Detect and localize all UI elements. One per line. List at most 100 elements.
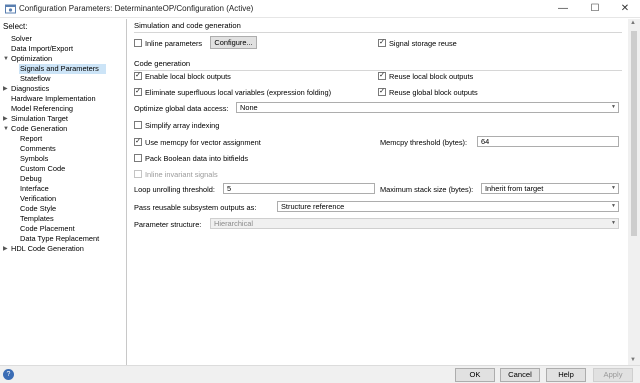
tree-item-code-placement[interactable]: Code Placement [20, 224, 75, 234]
tree-item-data-type-replacement[interactable]: Data Type Replacement [20, 234, 99, 244]
simplify-array-indexing-checkbox[interactable] [134, 121, 142, 129]
tree-item-label: Hardware Implementation [11, 94, 96, 103]
tree-item-label: Verification [20, 194, 57, 203]
tree-item-label: Data Import/Export [11, 44, 74, 53]
tree-item-label: Stateflow [20, 74, 51, 83]
optimize-global-value: None [240, 103, 258, 112]
tree-item-signals-and-parameters[interactable]: Signals and Parameters [19, 64, 106, 74]
inline-invariant-label: Inline invariant signals [145, 170, 218, 179]
tree-item-label: Model Referencing [11, 104, 74, 113]
scroll-down-icon[interactable]: ▼ [630, 357, 636, 363]
enable-local-block-outputs-checkbox[interactable]: ✓ [134, 72, 142, 80]
reuse-local-block-outputs-checkbox[interactable]: ✓ [378, 72, 386, 80]
chevron-down-icon: ▼ [611, 185, 616, 191]
ok-button[interactable]: OK [455, 368, 495, 382]
tree-item-label: Templates [20, 214, 54, 223]
simplify-array-indexing-label: Simplify array indexing [145, 121, 220, 130]
tree-item-report[interactable]: Report [20, 134, 42, 144]
tree-item-label: Interface [20, 184, 49, 193]
scrollbar-thumb[interactable] [631, 31, 637, 236]
tree-item-label: Code Generation [11, 124, 68, 133]
window-title: Configuration Parameters: DeterminanteOP… [19, 4, 254, 13]
group-divider [134, 32, 622, 33]
tree-item-label: Data Type Replacement [20, 234, 100, 243]
max-stack-label: Maximum stack size (bytes): [380, 185, 474, 194]
reuse-global-block-outputs-label: Reuse global block outputs [389, 88, 478, 97]
expand-arrow-icon[interactable]: ▼ [3, 124, 9, 134]
pass-reusable-label: Pass reusable subsystem outputs as: [134, 203, 257, 212]
tree-item-simulation-target[interactable]: Simulation Target [11, 114, 68, 124]
loop-unrolling-input[interactable]: 5 [223, 183, 375, 194]
max-stack-dropdown[interactable]: Inherit from target ▼ [481, 183, 619, 194]
chevron-down-icon: ▼ [611, 220, 616, 226]
optimize-global-label: Optimize global data access: [134, 104, 229, 113]
reuse-global-block-outputs-checkbox[interactable]: ✓ [378, 88, 386, 96]
minimize-button[interactable]: — [548, 0, 578, 18]
close-button[interactable]: ✕ [610, 0, 640, 18]
tree-item-custom-code[interactable]: Custom Code [20, 164, 65, 174]
expand-arrow-icon[interactable]: ▼ [3, 54, 9, 64]
help-button[interactable]: Help [546, 368, 586, 382]
help-icon[interactable]: ? [3, 369, 14, 380]
cancel-button[interactable]: Cancel [500, 368, 540, 382]
tree-item-label: Code Placement [20, 224, 75, 233]
dialog-footer: ? OK Cancel Help Apply [0, 365, 640, 383]
use-memcpy-label: Use memcpy for vector assignment [145, 138, 261, 147]
tree-item-comments[interactable]: Comments [20, 144, 56, 154]
tree-item-code-generation[interactable]: Code Generation [11, 124, 67, 134]
scroll-up-icon[interactable]: ▲ [630, 20, 636, 26]
eliminate-superfluous-label: Eliminate superfluous local variables (e… [145, 88, 332, 97]
tree-item-debug[interactable]: Debug [20, 174, 42, 184]
optimize-global-dropdown[interactable]: None ▼ [236, 102, 619, 113]
parameter-structure-value: Hierarchical [214, 219, 254, 228]
pack-boolean-label: Pack Boolean data into bitfields [145, 154, 249, 163]
tree-item-symbols[interactable]: Symbols [20, 154, 48, 164]
group-title-simulation: Simulation and code generation [134, 21, 241, 30]
parameter-structure-label: Parameter structure: [134, 220, 202, 229]
signal-storage-reuse-label: Signal storage reuse [389, 39, 457, 48]
tree-item-templates[interactable]: Templates [20, 214, 54, 224]
title-bar: Configuration Parameters: DeterminanteOP… [0, 0, 640, 18]
tree-item-optimization[interactable]: Optimization [11, 54, 52, 64]
tree-item-label: Custom Code [20, 164, 66, 173]
inline-invariant-checkbox[interactable] [134, 170, 142, 178]
vertical-scrollbar[interactable]: ▲ ▼ [628, 19, 640, 365]
enable-local-block-outputs-label: Enable local block outputs [145, 72, 231, 81]
tree-item-data-import-export[interactable]: Data Import/Export [11, 44, 73, 54]
category-tree: Select: Solver Data Import/Export ▼ Opti… [0, 19, 127, 365]
tree-item-label: Simulation Target [11, 114, 68, 123]
maximize-button[interactable]: ☐ [580, 0, 610, 18]
inline-parameters-checkbox[interactable] [134, 39, 142, 47]
chevron-down-icon: ▼ [611, 104, 616, 110]
configure-button[interactable]: Configure... [210, 36, 257, 49]
tree-item-interface[interactable]: Interface [20, 184, 49, 194]
pack-boolean-checkbox[interactable] [134, 154, 142, 162]
tree-item-code-style[interactable]: Code Style [20, 204, 56, 214]
eliminate-superfluous-checkbox[interactable]: ✓ [134, 88, 142, 96]
group-divider [134, 70, 622, 71]
use-memcpy-checkbox[interactable]: ✓ [134, 138, 142, 146]
tree-item-model-referencing[interactable]: Model Referencing [11, 104, 73, 114]
reuse-local-block-outputs-label: Reuse local block outputs [389, 72, 474, 81]
tree-item-verification[interactable]: Verification [20, 194, 56, 204]
expand-arrow-icon[interactable]: ▶ [3, 114, 9, 124]
expand-arrow-icon[interactable]: ▶ [3, 84, 9, 94]
tree-item-label: Code Style [20, 204, 57, 213]
tree-item-stateflow[interactable]: Stateflow [20, 74, 50, 84]
parameter-structure-dropdown[interactable]: Hierarchical ▼ [210, 218, 619, 229]
tree-item-hdl-code-generation[interactable]: HDL Code Generation [11, 244, 84, 254]
pass-reusable-dropdown[interactable]: Structure reference ▼ [277, 201, 619, 212]
expand-arrow-icon[interactable]: ▶ [3, 244, 9, 254]
tree-header: Select: [3, 22, 28, 31]
signal-storage-reuse-checkbox[interactable]: ✓ [378, 39, 386, 47]
tree-item-label: Signals and Parameters [20, 64, 99, 73]
memcpy-threshold-input[interactable]: 64 [477, 136, 619, 147]
tree-item-solver[interactable]: Solver [11, 34, 32, 44]
gear-icon [5, 4, 16, 14]
tree-item-diagnostics[interactable]: Diagnostics [11, 84, 49, 94]
tree-item-hardware-implementation[interactable]: Hardware Implementation [11, 94, 96, 104]
tree-item-label: Debug [20, 174, 42, 183]
apply-button[interactable]: Apply [593, 368, 633, 382]
tree-item-label: Optimization [11, 54, 53, 63]
memcpy-threshold-label: Memcpy threshold (bytes): [380, 138, 468, 147]
